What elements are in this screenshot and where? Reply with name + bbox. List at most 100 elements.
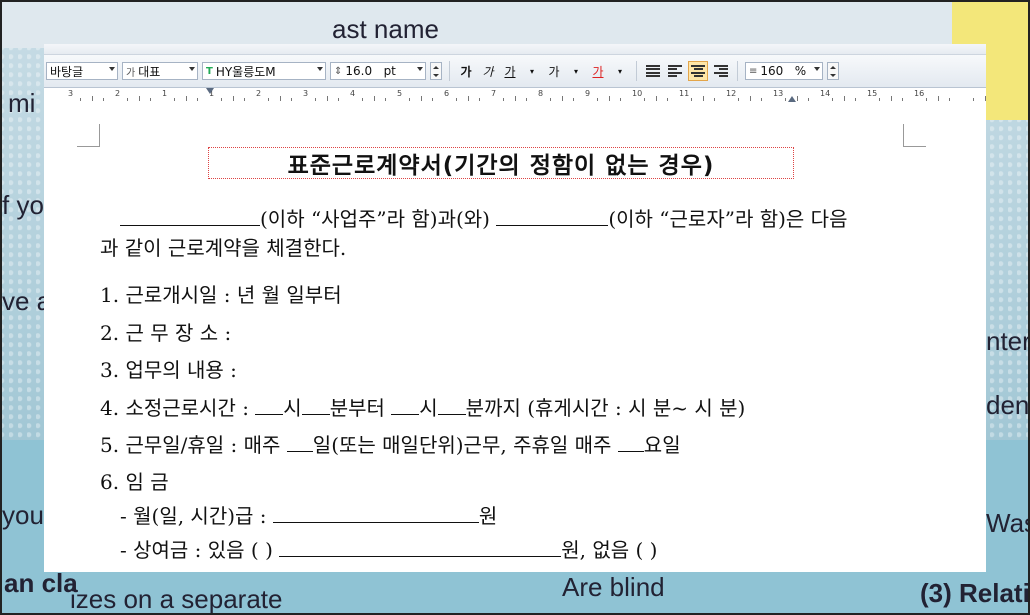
font-combo-value: HY울릉도M (215, 64, 276, 79)
ruler-number: 16 (914, 89, 925, 98)
horizontal-ruler[interactable]: 3 2 1 1 2 3 4 5 6 7 8 9 10 11 12 13 14 15 16 (44, 88, 986, 105)
align-left-icon (668, 65, 682, 77)
wage-blank[interactable] (272, 504, 479, 523)
style-combo[interactable]: 바탕글 (46, 62, 118, 80)
ruler-number: 3 (68, 89, 74, 98)
wage-line: - 월(일, 시간)급 : 원 (120, 500, 497, 529)
right-margin-marker[interactable] (788, 96, 796, 102)
bonus-text: 원, 없음 ( ) (561, 538, 658, 562)
ruler-tick (185, 96, 187, 101)
ruler-tick (643, 98, 645, 101)
employer-blank[interactable] (120, 207, 260, 226)
line-spacing-combo[interactable]: ≡ 160 % (745, 62, 823, 80)
align-center-button[interactable] (688, 61, 708, 81)
hours-text: 분까지 (휴게시간 : 시 분~ 시 분) (465, 396, 746, 420)
language-combo[interactable]: 가 대표 (122, 62, 198, 80)
ruler-tick (608, 96, 610, 101)
ruler-tick (232, 96, 234, 101)
font-size-icon: ⇕ (334, 65, 343, 77)
toolbar-separator (737, 61, 738, 81)
font-color-dropdown-icon[interactable]: ▾ (611, 61, 629, 81)
language-icon: 가 (126, 67, 136, 79)
ruler-tick (467, 96, 469, 101)
wage-text: 원 (478, 504, 498, 528)
toolbar-separator (636, 61, 637, 81)
hours-text: 시 (283, 396, 302, 420)
align-left-button[interactable] (666, 61, 684, 81)
employee-blank[interactable] (496, 207, 609, 226)
ruler-tick (138, 96, 140, 101)
ruler-tick (972, 98, 974, 101)
bonus-blank[interactable] (279, 538, 562, 557)
ruler-number: 7 (491, 89, 497, 98)
ruler-tick (949, 98, 951, 101)
page-corner-mark (77, 124, 100, 147)
item-workplace: 2. 근 무 장 소 : (100, 321, 232, 345)
line-spacing-unit: % (794, 64, 807, 78)
font-combo[interactable]: T HY울릉도M (202, 62, 326, 80)
toolbar-strip (44, 44, 986, 55)
intro-line-2: 과 같이 근로계약을 체결한다. (100, 236, 347, 260)
ruler-tick (502, 98, 504, 101)
ruler-tick (925, 98, 927, 101)
document-title[interactable]: 표준근로계약서(기간의 정함이 없는 경우) (208, 147, 794, 179)
bg-text: an cla (4, 568, 78, 598)
chevron-down-icon (189, 67, 195, 71)
align-right-button[interactable] (712, 61, 730, 81)
align-center-icon (691, 65, 705, 77)
spin-down-icon[interactable] (830, 73, 836, 77)
chevron-down-icon (814, 67, 820, 71)
bold-button[interactable]: 가 (457, 61, 475, 81)
ruler-tick (890, 96, 892, 101)
spin-up-icon[interactable] (433, 65, 439, 69)
spin-down-icon[interactable] (433, 73, 439, 77)
ruler-tick (432, 98, 434, 101)
strike-dropdown-icon[interactable]: ▾ (567, 61, 585, 81)
workdays-blank[interactable] (286, 433, 313, 452)
bonus-line: - 상여금 : 있음 ( ) 원, 없음 ( ) (120, 534, 658, 563)
item-wages: 6. 임 금 (100, 470, 169, 494)
align-justify-button[interactable] (644, 61, 662, 81)
ruler-number: 6 (444, 89, 450, 98)
strikethrough-button[interactable]: 가 (545, 61, 563, 81)
underline-button[interactable]: 가 (501, 61, 519, 81)
start-hour-blank[interactable] (255, 396, 284, 415)
ruler-tick (878, 98, 880, 101)
bg-text: mi (8, 88, 36, 118)
workdays-text: 요일 (643, 433, 681, 457)
ruler-number: 12 (726, 89, 737, 98)
ruler-number: 9 (585, 89, 591, 98)
underline-dropdown-icon[interactable]: ▾ (523, 61, 541, 81)
ruler-tick (267, 98, 269, 101)
italic-button[interactable]: 가 (479, 61, 497, 81)
ruler-tick (843, 96, 845, 101)
chevron-down-icon (109, 67, 115, 71)
align-justify-icon (646, 65, 660, 77)
ruler-tick (244, 98, 246, 101)
chevron-down-icon (317, 67, 323, 71)
end-hour-blank[interactable] (391, 396, 420, 415)
bg-text: Was (986, 508, 1030, 538)
font-size-spinner[interactable] (430, 62, 442, 80)
ruler-tick (314, 98, 316, 101)
font-color-button[interactable]: 가 (589, 61, 607, 81)
end-minute-blank[interactable] (437, 396, 466, 415)
indent-marker[interactable] (206, 88, 214, 94)
spin-up-icon[interactable] (830, 65, 836, 69)
ruler-tick (514, 96, 516, 101)
line-spacing-spinner[interactable] (827, 62, 839, 80)
bg-text: nter (986, 326, 1030, 356)
start-minute-blank[interactable] (301, 396, 330, 415)
ruler-tick (173, 98, 175, 101)
item-start-date: 1. 근로개시일 : 년 월 일부터 (100, 283, 342, 307)
wage-text: - 월(일, 시간)급 : (120, 504, 273, 528)
ruler-tick (796, 96, 798, 101)
bg-text: (3) Relati (920, 578, 1030, 608)
holiday-blank[interactable] (617, 433, 644, 452)
ruler-tick (655, 96, 657, 101)
ruler-tick (596, 98, 598, 101)
document-page[interactable]: 표준근로계약서(기간의 정함이 없는 경우) (이하 “사업주”라 함)과(와)… (44, 104, 986, 572)
bg-text: den (986, 390, 1030, 420)
ruler-tick (526, 98, 528, 101)
font-size-combo[interactable]: ⇕ 16.0 pt (330, 62, 426, 80)
